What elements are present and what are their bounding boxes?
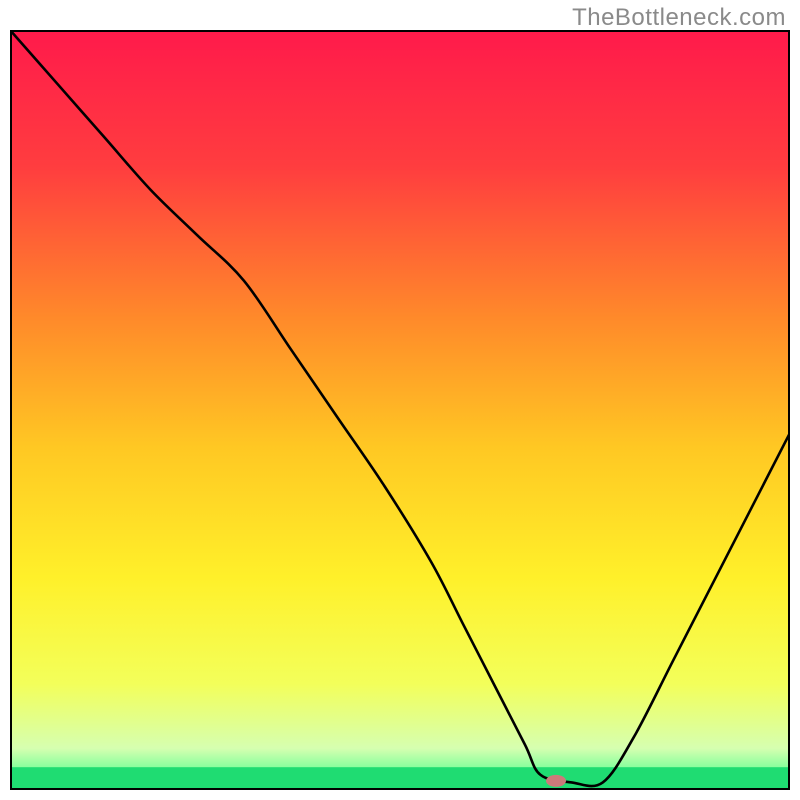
chart-background-gradient: [10, 30, 790, 790]
bottleneck-chart: [10, 30, 790, 790]
watermark-text: TheBottleneck.com: [572, 4, 786, 32]
optimal-band: [10, 767, 790, 790]
chart-frame: [10, 30, 790, 790]
optimal-marker: [546, 775, 566, 787]
